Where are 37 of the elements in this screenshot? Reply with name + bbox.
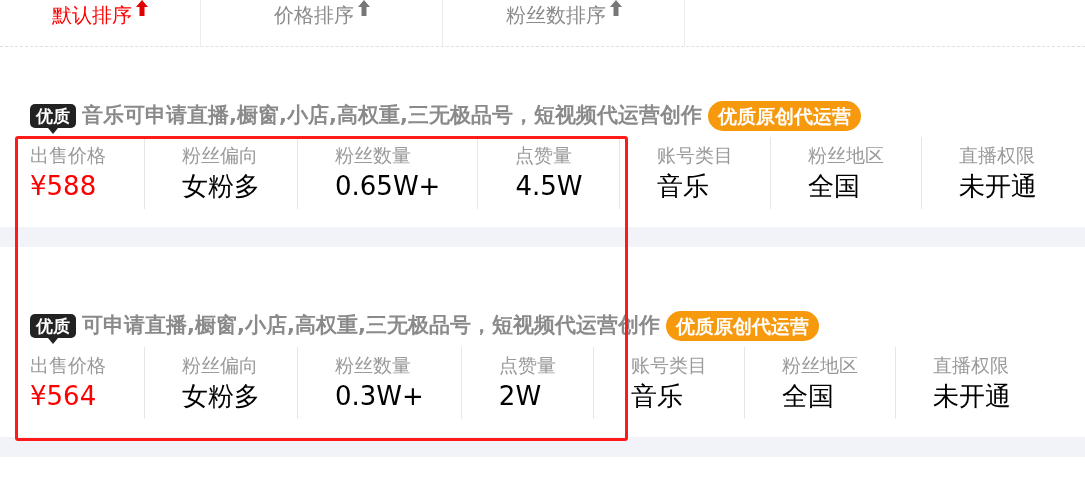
stat-value: 未开通 — [959, 170, 1038, 203]
stat-label: 粉丝数量 — [335, 353, 412, 378]
stat-value: 女粉多 — [182, 380, 260, 413]
stat-value: 0.65W+ — [335, 170, 441, 203]
service-tag: 优质原创代运营 — [707, 101, 861, 131]
stat-label: 粉丝偏向 — [182, 353, 259, 378]
stat-value: 未开通 — [932, 380, 1011, 413]
stat-label: 直播权限 — [959, 143, 1037, 168]
stat-value: 全国 — [781, 380, 835, 413]
stat-label: 账号类目 — [630, 353, 707, 378]
stat-value: 音乐 — [630, 380, 684, 413]
stat-label: 点赞量 — [498, 353, 556, 378]
stat-value: 4.5W — [515, 170, 583, 203]
stat-value: 女粉多 — [182, 170, 260, 203]
stat-label: 粉丝偏向 — [182, 143, 259, 168]
stat-label: 粉丝地区 — [808, 143, 885, 168]
service-tag: 优质原创代运营 — [665, 311, 819, 341]
stat-value: 0.3W+ — [335, 380, 424, 413]
stat-label: 出售价格 — [30, 143, 106, 168]
stat-label: 出售价格 — [30, 353, 106, 378]
stat-label: 直播权限 — [932, 353, 1010, 378]
stat-label: 粉丝地区 — [781, 353, 858, 378]
stat-label: 账号类目 — [657, 143, 734, 168]
stat-value: 2W — [498, 380, 543, 413]
stat-value: ¥588 — [30, 170, 98, 203]
stat-value: 音乐 — [657, 170, 711, 203]
stat-label: 粉丝数量 — [335, 143, 412, 168]
listing-title[interactable]: 音乐可申请直播,橱窗,小店,高权重,三无极品号，短视频代运营创作 — [82, 100, 702, 132]
stat-value: ¥564 — [30, 380, 98, 413]
stat-label: 点赞量 — [515, 143, 574, 168]
sort-tab[interactable]: 默认排序 — [0, 0, 201, 46]
stat-value: 全国 — [808, 170, 862, 203]
arrow-up-icon — [609, 0, 622, 16]
arrow-up-icon — [136, 0, 148, 16]
sort-tab[interactable]: 粉丝数排序 — [443, 0, 685, 46]
arrow-up-icon — [357, 0, 370, 16]
sort-tab[interactable]: 价格排序 — [201, 0, 443, 46]
